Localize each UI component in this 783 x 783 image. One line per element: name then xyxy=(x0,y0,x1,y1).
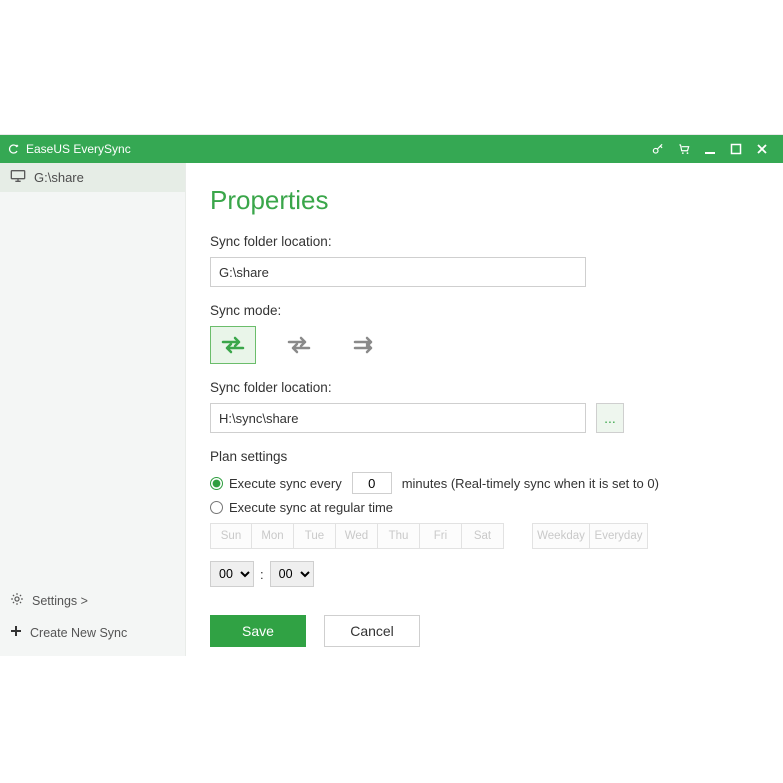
radio-execute-regular[interactable] xyxy=(210,501,223,514)
monitor-icon xyxy=(10,169,26,186)
app-logo-icon xyxy=(6,142,20,156)
plus-icon xyxy=(10,625,22,640)
sync-mode-label: Sync mode: xyxy=(210,303,759,318)
content-panel: Properties Sync folder location: Sync mo… xyxy=(186,163,783,656)
sync-mode-two-way[interactable] xyxy=(210,326,256,364)
save-button[interactable]: Save xyxy=(210,615,306,647)
sidebar-create-new[interactable]: Create New Sync xyxy=(0,617,185,648)
day-fri[interactable]: Fri xyxy=(420,523,462,549)
target-location-input[interactable] xyxy=(210,403,586,433)
sidebar-create-label: Create New Sync xyxy=(30,626,127,640)
source-location-label: Sync folder location: xyxy=(210,234,759,249)
radio-every-suffix: minutes (Real-timely sync when it is set… xyxy=(402,476,659,491)
browse-button[interactable]: ... xyxy=(596,403,624,433)
sidebar-settings-label: Settings > xyxy=(32,594,88,608)
sidebar-item-sync-task[interactable]: G:\share xyxy=(0,163,185,192)
sidebar-settings[interactable]: Settings > xyxy=(0,584,185,617)
minimize-icon[interactable] xyxy=(697,135,723,163)
day-tue[interactable]: Tue xyxy=(294,523,336,549)
day-thu[interactable]: Thu xyxy=(378,523,420,549)
maximize-icon[interactable] xyxy=(723,135,749,163)
day-mon[interactable]: Mon xyxy=(252,523,294,549)
gear-icon xyxy=(10,592,24,609)
day-sat[interactable]: Sat xyxy=(462,523,504,549)
radio-every-prefix: Execute sync every xyxy=(229,476,342,491)
time-colon: : xyxy=(260,567,264,582)
cancel-button[interactable]: Cancel xyxy=(324,615,420,647)
titlebar: EaseUS EverySync xyxy=(0,135,783,163)
app-title: EaseUS EverySync xyxy=(26,142,131,156)
radio-execute-every[interactable] xyxy=(210,477,223,490)
minute-select[interactable]: 00 xyxy=(270,561,314,587)
key-icon[interactable] xyxy=(645,135,671,163)
target-location-label: Sync folder location: xyxy=(210,380,759,395)
day-everyday[interactable]: Everyday xyxy=(590,523,648,549)
app-window: EaseUS EverySync xyxy=(0,134,783,656)
source-location-input[interactable] xyxy=(210,257,586,287)
radio-regular-label: Execute sync at regular time xyxy=(229,500,393,515)
day-sun[interactable]: Sun xyxy=(210,523,252,549)
hour-select[interactable]: 00 xyxy=(210,561,254,587)
sidebar: G:\share Settings > Create New Syn xyxy=(0,163,186,656)
cart-icon[interactable] xyxy=(671,135,697,163)
sync-mode-mirror-right[interactable] xyxy=(276,326,322,364)
plan-settings-label: Plan settings xyxy=(210,449,759,464)
page-title: Properties xyxy=(210,185,759,216)
day-weekday[interactable]: Weekday xyxy=(532,523,590,549)
close-icon[interactable] xyxy=(749,135,775,163)
day-wed[interactable]: Wed xyxy=(336,523,378,549)
sidebar-item-label: G:\share xyxy=(34,170,84,185)
interval-minutes-input[interactable] xyxy=(352,472,392,494)
sync-mode-mirror-left[interactable] xyxy=(342,326,388,364)
